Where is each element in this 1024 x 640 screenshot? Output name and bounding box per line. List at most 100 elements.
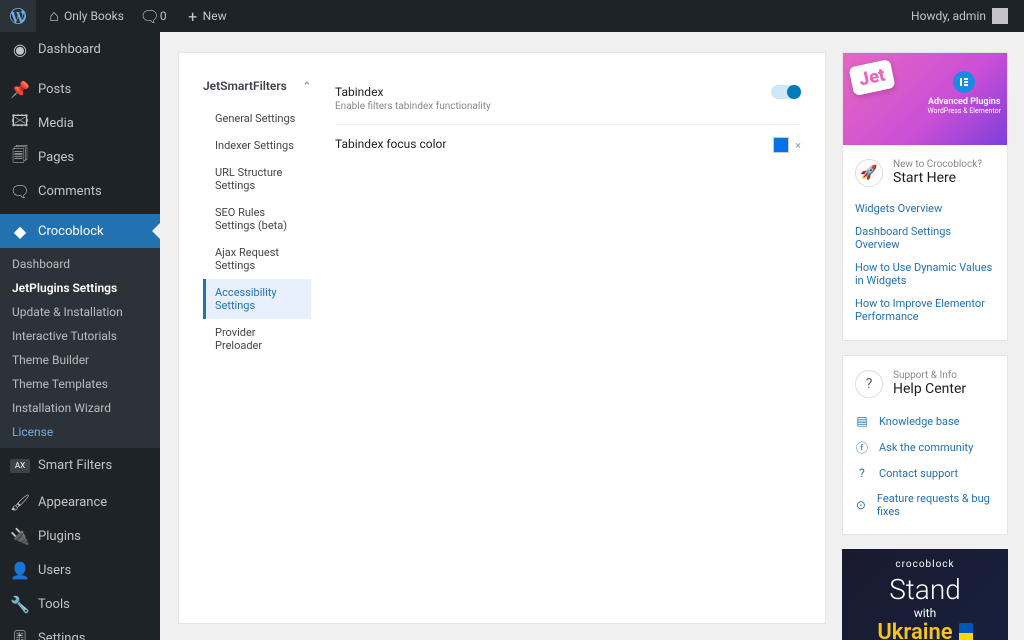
start-big: Start Here [893,170,982,186]
submenu-interactive-tutorials[interactable]: Interactive Tutorials [0,324,160,348]
admin-topbar: ⌂Only Books 🗨0 +New Howdy, admin [0,0,1024,32]
avatar [992,8,1008,24]
setting-row-focus-color: Tabindex focus color × [335,125,801,165]
smart-filters-badge: AX [10,459,30,473]
plugin-icon: 🔌 [10,526,30,546]
site-link[interactable]: ⌂Only Books [36,0,132,32]
tab-accessibility-settings[interactable]: Accessibility Settings [203,279,311,319]
card-start-here: Jet Advanced Plugins WordPress & Element… [842,52,1008,341]
chevron-up-icon: ⌃ [303,81,311,92]
ukraine-stand: Stand [889,576,961,604]
submenu-license[interactable]: License [0,420,160,444]
appearance-icon: 🖌 [10,492,30,512]
sidebar-item-dashboard[interactable]: ◉Dashboard [0,32,160,66]
link-dynamic-values[interactable]: How to Use Dynamic Values in Widgets [855,256,995,292]
sidebar-item-media[interactable]: 🖾Media [0,106,160,140]
sidebar-submenu-crocoblock: Dashboard JetPlugins Settings Update & I… [0,248,160,448]
sidebar-item-comments[interactable]: 🗨Comments [0,174,160,208]
tool-icon: 🔧 [10,594,30,614]
submenu-update-installation[interactable]: Update & Installation [0,300,160,324]
facebook-icon: ⓕ [855,440,869,454]
sidebar-item-crocoblock[interactable]: ◆Crocoblock [0,214,160,248]
submenu-installation-wizard[interactable]: Installation Wizard [0,396,160,420]
page-icon: 🗐 [10,147,30,167]
sidebar-item-users[interactable]: 👤Users [0,553,160,587]
help-link-support[interactable]: ?Contact support [843,460,1007,486]
jet-logo: Jet [848,59,895,96]
tabindex-toggle[interactable] [771,85,801,99]
site-name: Only Books [64,9,124,23]
settings-content: Tabindex Enable filters tabindex functio… [335,73,801,603]
ukraine-text: Ukraine [877,620,952,640]
user-icon: 👤 [10,560,30,580]
support-icon: ? [855,466,869,480]
plus-icon: + [183,6,203,26]
tab-ajax-request-settings[interactable]: Ajax Request Settings [203,239,311,279]
sidebar-item-pages[interactable]: 🗐Pages [0,140,160,174]
rocket-icon: 🚀 [855,159,883,187]
pin-icon: 📌 [10,79,30,99]
account-link[interactable]: Howdy, admin [903,0,1016,32]
new-label: New [203,9,227,23]
ukraine-with: with [914,606,936,620]
card-help-center: ? Support & Info Help Center ▤Knowledge … [842,355,1008,535]
comment-icon: 🗨 [10,181,30,201]
howdy-text: Howdy, admin [911,9,986,23]
sidebar-item-plugins[interactable]: 🔌Plugins [0,519,160,553]
sidebar-item-settings[interactable]: 🎚Settings [0,621,160,640]
tab-indexer-settings[interactable]: Indexer Settings [203,132,311,159]
new-link[interactable]: +New [175,0,235,32]
tab-seo-rules-settings[interactable]: SEO Rules Settings (beta) [203,199,311,239]
ukraine-brand: crocoblock [895,559,954,570]
link-dashboard-settings-overview[interactable]: Dashboard Settings Overview [855,220,995,256]
tabindex-desc: Enable filters tabindex functionality [335,101,761,112]
focus-color-label: Tabindex focus color [335,137,761,151]
settings-icon: 🎚 [10,628,30,640]
tab-provider-preloader[interactable]: Provider Preloader [203,319,311,359]
elementor-icon [953,71,975,93]
setting-row-tabindex: Tabindex Enable filters tabindex functio… [335,73,801,125]
help-small: Support & Info [893,370,966,381]
help-big: Help Center [893,381,966,397]
crocoblock-icon: ◆ [10,221,30,241]
home-icon: ⌂ [44,6,64,26]
adv-plugins-sub: WordPress & Elementor [927,107,1001,115]
help-link-knowledge-base[interactable]: ▤Knowledge base [843,408,1007,434]
focus-color-swatch[interactable] [773,137,789,153]
tab-url-structure-settings[interactable]: URL Structure Settings [203,159,311,199]
wordpress-icon [8,6,28,26]
banner-ukraine[interactable]: crocoblock Stand with Ukraine [842,549,1008,640]
ukraine-ribbon-icon [959,623,973,640]
settings-tabs: JetSmartFilters⌃ General Settings Indexe… [203,73,311,603]
media-icon: 🖾 [10,113,30,133]
focus-color-clear[interactable]: × [795,139,801,152]
question-icon: ? [855,370,883,398]
sidebar-item-appearance[interactable]: 🖌Appearance [0,485,160,519]
help-link-community[interactable]: ⓕAsk the community [843,434,1007,460]
link-widgets-overview[interactable]: Widgets Overview [855,197,995,220]
comments-count: 0 [160,9,167,23]
submenu-jetplugins-settings[interactable]: JetPlugins Settings [0,276,160,300]
tabindex-label: Tabindex [335,85,761,99]
dashboard-icon: ◉ [10,39,30,59]
submenu-theme-templates[interactable]: Theme Templates [0,372,160,396]
github-icon: ⊙ [855,498,867,512]
tabs-header[interactable]: JetSmartFilters⌃ [203,73,311,105]
sidebar-item-posts[interactable]: 📌Posts [0,72,160,106]
submenu-dashboard[interactable]: Dashboard [0,252,160,276]
book-icon: ▤ [855,414,869,428]
admin-sidebar: ◉Dashboard 📌Posts 🖾Media 🗐Pages 🗨Comment… [0,32,160,640]
wordpress-logo[interactable] [0,0,36,32]
tab-general-settings[interactable]: General Settings [203,105,311,132]
start-small: New to Crocoblock? [893,159,982,170]
banner-jetbuilder[interactable]: Jet Advanced Plugins WordPress & Element… [843,53,1007,145]
sidebar-item-tools[interactable]: 🔧Tools [0,587,160,621]
submenu-theme-builder[interactable]: Theme Builder [0,348,160,372]
sidebar-item-smart-filters[interactable]: AXSmart Filters [0,452,160,479]
help-link-feature-requests[interactable]: ⊙Feature requests & bug fixes [843,486,1007,524]
main-panel: JetSmartFilters⌃ General Settings Indexe… [178,52,826,624]
comment-icon: 🗨 [140,6,160,26]
comments-link[interactable]: 🗨0 [132,0,175,32]
link-improve-elementor[interactable]: How to Improve Elementor Performance [855,292,995,328]
aside: Jet Advanced Plugins WordPress & Element… [842,52,1008,624]
